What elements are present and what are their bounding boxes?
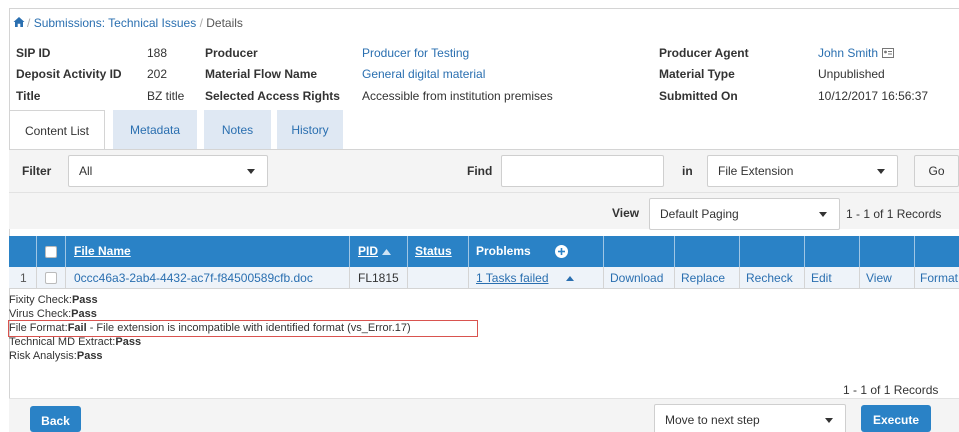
access-rights-label: Selected Access Rights xyxy=(205,89,340,103)
material-flow-link[interactable]: General digital material xyxy=(362,67,485,81)
producer-agent-link[interactable]: John Smith xyxy=(818,46,878,60)
view-label: View xyxy=(612,206,640,220)
breadcrumb-separator: / xyxy=(199,16,203,30)
edit-link[interactable]: Edit xyxy=(811,267,832,289)
id-card-icon[interactable] xyxy=(882,48,894,58)
submitted-on-value: 10/12/2017 16:56:37 xyxy=(818,89,929,103)
format-link[interactable]: Format xyxy=(920,267,958,289)
back-button[interactable]: Back xyxy=(30,406,81,432)
material-type-value: Unpublished xyxy=(818,67,885,81)
title-value: BZ title xyxy=(147,89,185,103)
home-icon[interactable] xyxy=(13,16,25,28)
select-all-checkbox[interactable] xyxy=(45,246,57,258)
filter-toolbar: Filter All Find in File Extension Go Vie… xyxy=(9,149,959,230)
tab-metadata[interactable]: Metadata xyxy=(113,110,197,150)
row-index: 1 xyxy=(20,271,27,285)
risk-analysis-line: Risk Analysis:Pass xyxy=(9,350,103,362)
chevron-down-icon xyxy=(877,169,885,174)
find-label: Find xyxy=(467,164,493,178)
next-step-select[interactable]: Move to next step xyxy=(654,404,846,432)
table-row: 1 0ccc46a3-2ab4-4432-ac7f-f84500589cfb.d… xyxy=(9,267,959,289)
column-pid[interactable]: PID xyxy=(358,236,378,267)
tab-history[interactable]: History xyxy=(277,110,343,150)
deposit-activity-value: 202 xyxy=(147,67,168,81)
sip-id-value: 188 xyxy=(147,46,168,60)
tab-content-list[interactable]: Content List xyxy=(9,110,105,150)
column-status[interactable]: Status xyxy=(415,236,452,267)
producer-link[interactable]: Producer for Testing xyxy=(362,46,469,60)
tab-notes[interactable]: Notes xyxy=(204,110,271,150)
fixity-check-line: Fixity Check:Pass xyxy=(9,294,98,306)
filter-label: Filter xyxy=(22,164,52,178)
producer-label: Producer xyxy=(205,46,258,60)
sort-asc-icon xyxy=(382,249,391,255)
toolbar-divider xyxy=(9,192,959,193)
records-count: 1 - 1 of 1 Records xyxy=(846,207,942,221)
sip-id-label: SIP ID xyxy=(16,46,51,60)
title-label: Title xyxy=(16,89,41,103)
add-circle-icon[interactable] xyxy=(555,245,568,258)
filter-select[interactable]: All xyxy=(68,155,268,187)
replace-link[interactable]: Replace xyxy=(681,267,725,289)
column-problems: Problems xyxy=(476,244,531,258)
breadcrumb-current: Details xyxy=(206,16,243,30)
access-rights-value: Accessible from institution premises xyxy=(362,89,553,103)
producer-agent-label: Producer Agent xyxy=(659,46,749,60)
technical-md-line: Technical MD Extract:Pass xyxy=(9,336,142,348)
view-link[interactable]: View xyxy=(866,267,892,289)
breadcrumb-separator: / xyxy=(27,16,31,30)
find-input[interactable] xyxy=(501,155,664,187)
download-link[interactable]: Download xyxy=(610,267,663,289)
column-file-name[interactable]: File Name xyxy=(74,236,131,267)
material-flow-label: Material Flow Name xyxy=(205,67,318,81)
row-file-name-link[interactable]: 0ccc46a3-2ab4-4432-ac7f-f84500589cfb.doc xyxy=(74,267,313,289)
submitted-on-label: Submitted On xyxy=(659,89,738,103)
filter-select-value: All xyxy=(79,164,93,178)
in-label: in xyxy=(682,164,693,178)
view-select-value: Default Paging xyxy=(660,207,739,221)
next-step-value: Move to next step xyxy=(665,413,760,427)
row-problems-link[interactable]: 1 Tasks failed xyxy=(476,267,549,289)
row-pid: FL1815 xyxy=(358,271,399,285)
footer-records-count: 1 - 1 of 1 Records xyxy=(843,383,939,397)
recheck-link[interactable]: Recheck xyxy=(746,267,793,289)
deposit-activity-label: Deposit Activity ID xyxy=(16,67,122,81)
table-header: File Name PID Status Problems xyxy=(9,236,959,267)
breadcrumb-link-submissions[interactable]: Submissions: Technical Issues xyxy=(34,16,197,30)
row-checkbox[interactable] xyxy=(45,272,57,284)
go-button[interactable]: Go xyxy=(914,155,959,187)
material-type-label: Material Type xyxy=(659,67,735,81)
search-field-select[interactable]: File Extension xyxy=(707,155,898,187)
chevron-down-icon xyxy=(247,169,255,174)
chevron-down-icon xyxy=(819,212,827,217)
breadcrumb: / Submissions: Technical Issues / Detail… xyxy=(27,16,243,30)
search-field-value: File Extension xyxy=(718,164,794,178)
view-select[interactable]: Default Paging xyxy=(649,198,840,230)
virus-check-line: Virus Check:Pass xyxy=(9,308,97,320)
chevron-up-icon xyxy=(566,276,574,281)
execute-button[interactable]: Execute xyxy=(861,405,931,432)
chevron-down-icon xyxy=(825,418,833,423)
error-highlight-box xyxy=(8,320,478,337)
